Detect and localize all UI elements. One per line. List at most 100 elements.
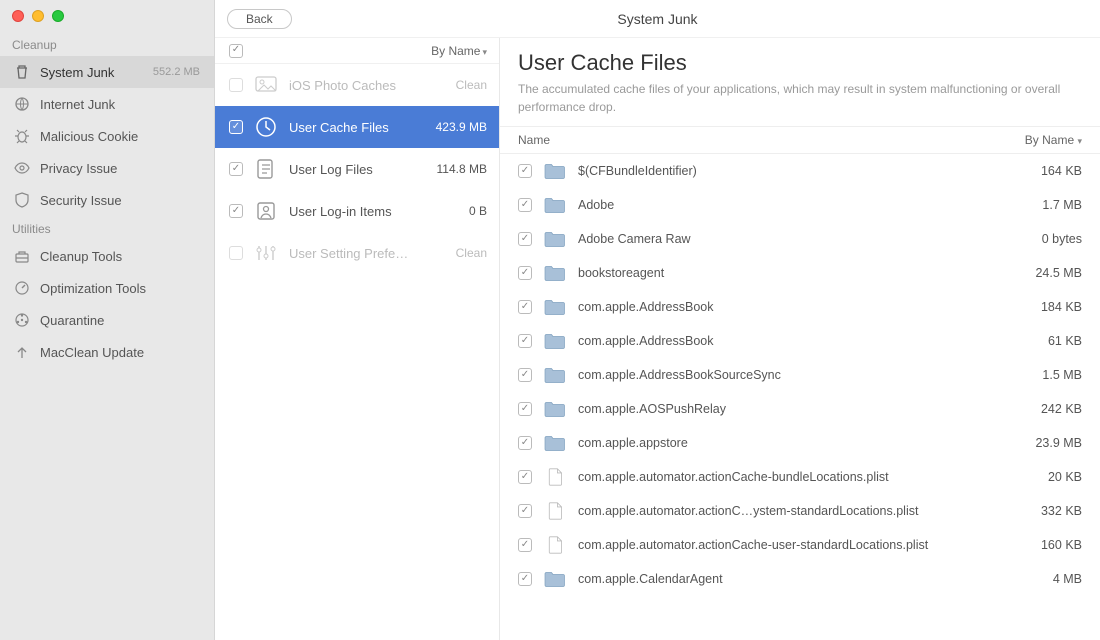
category-checkbox[interactable] — [229, 120, 243, 134]
file-name: bookstoreagent — [578, 266, 664, 280]
file-row[interactable]: bookstoreagent 24.5 MB — [500, 256, 1100, 290]
file-row[interactable]: com.apple.AddressBook 184 KB — [500, 290, 1100, 324]
file-name: $(CFBundleIdentifier) — [578, 164, 697, 178]
file-row[interactable]: com.apple.CalendarAgent 4 MB — [500, 562, 1100, 596]
sidebar-item-malicious-cookie[interactable]: Malicious Cookie — [0, 120, 214, 152]
sidebar-item-label: Internet Junk — [40, 97, 115, 112]
sidebar-item-macclean-update[interactable]: MacClean Update — [0, 336, 214, 368]
file-checkbox[interactable] — [518, 368, 532, 382]
detail-description: The accumulated cache files of your appl… — [518, 80, 1082, 116]
file-checkbox[interactable] — [518, 470, 532, 484]
detail-title: User Cache Files — [518, 50, 1082, 76]
sidebar-item-optimization-tools[interactable]: Optimization Tools — [0, 272, 214, 304]
file-checkbox[interactable] — [518, 198, 532, 212]
file-icon — [544, 502, 566, 520]
category-row[interactable]: iOS Photo Caches Clean — [215, 64, 499, 106]
file-row[interactable]: com.apple.AddressBook 61 KB — [500, 324, 1100, 358]
category-row[interactable]: User Log Files 114.8 MB — [215, 148, 499, 190]
category-row[interactable]: User Log-in Items 0 B — [215, 190, 499, 232]
sidebar-item-label: Privacy Issue — [40, 161, 117, 176]
folder-icon — [544, 366, 566, 384]
category-label: User Cache Files — [289, 120, 389, 135]
folder-icon — [544, 434, 566, 452]
folder-icon — [544, 332, 566, 350]
file-row[interactable]: Adobe Camera Raw 0 bytes — [500, 222, 1100, 256]
file-row[interactable]: $(CFBundleIdentifier) 164 KB — [500, 154, 1100, 188]
file-checkbox[interactable] — [518, 538, 532, 552]
folder-icon — [544, 230, 566, 248]
category-sort-dropdown[interactable]: By Name▾ — [431, 44, 487, 58]
file-name: com.apple.appstore — [578, 436, 688, 450]
sidebar-section-label: Cleanup — [0, 32, 214, 56]
file-checkbox[interactable] — [518, 334, 532, 348]
file-row[interactable]: com.apple.appstore 23.9 MB — [500, 426, 1100, 460]
login-icon — [255, 200, 277, 222]
file-name: com.apple.AddressBook — [578, 334, 714, 348]
file-checkbox[interactable] — [518, 436, 532, 450]
file-checkbox[interactable] — [518, 572, 532, 586]
file-checkbox[interactable] — [518, 300, 532, 314]
file-row[interactable]: com.apple.AddressBookSourceSync 1.5 MB — [500, 358, 1100, 392]
file-checkbox[interactable] — [518, 504, 532, 518]
close-window-button[interactable] — [12, 10, 24, 22]
file-size: 1.5 MB — [1042, 368, 1082, 382]
file-checkbox[interactable] — [518, 266, 532, 280]
file-size: 0 bytes — [1042, 232, 1082, 246]
file-size: 4 MB — [1053, 572, 1082, 586]
category-checkbox[interactable] — [229, 162, 243, 176]
category-checkbox[interactable] — [229, 78, 243, 92]
quarantine-icon — [14, 312, 30, 328]
file-icon — [544, 468, 566, 486]
file-checkbox[interactable] — [518, 402, 532, 416]
file-row[interactable]: com.apple.automator.actionC…ystem-standa… — [500, 494, 1100, 528]
category-label: iOS Photo Caches — [289, 78, 396, 93]
file-row[interactable]: Adobe 1.7 MB — [500, 188, 1100, 222]
file-icon — [544, 536, 566, 554]
category-row[interactable]: User Cache Files 423.9 MB — [215, 106, 499, 148]
select-all-checkbox[interactable] — [229, 44, 243, 58]
sidebar-item-label: Optimization Tools — [40, 281, 146, 296]
file-checkbox[interactable] — [518, 232, 532, 246]
file-size: 160 KB — [1041, 538, 1082, 552]
zoom-window-button[interactable] — [52, 10, 64, 22]
folder-icon — [544, 298, 566, 316]
sidebar-item-label: Security Issue — [40, 193, 122, 208]
detail-sort-dropdown[interactable]: By Name ▾ — [1025, 133, 1082, 147]
file-row[interactable]: com.apple.automator.actionCache-bundleLo… — [500, 460, 1100, 494]
category-row[interactable]: User Setting Prefe… Clean — [215, 232, 499, 274]
category-checkbox[interactable] — [229, 204, 243, 218]
minimize-window-button[interactable] — [32, 10, 44, 22]
photo-icon — [255, 74, 277, 96]
file-name: com.apple.AddressBookSourceSync — [578, 368, 781, 382]
file-name: com.apple.automator.actionC…ystem-standa… — [578, 504, 918, 518]
file-size: 332 KB — [1041, 504, 1082, 518]
detail-panel: User Cache Files The accumulated cache f… — [500, 38, 1100, 640]
sidebar-item-privacy-issue[interactable]: Privacy Issue — [0, 152, 214, 184]
file-row[interactable]: com.apple.AOSPushRelay 242 KB — [500, 392, 1100, 426]
sidebar-item-badge: 552.2 MB — [153, 66, 200, 78]
sidebar-item-quarantine[interactable]: Quarantine — [0, 304, 214, 336]
back-button[interactable]: Back — [227, 9, 292, 29]
bug-icon — [14, 128, 30, 144]
folder-icon — [544, 570, 566, 588]
category-checkbox[interactable] — [229, 246, 243, 260]
sidebar-item-internet-junk[interactable]: Internet Junk — [0, 88, 214, 120]
sidebar-item-security-issue[interactable]: Security Issue — [0, 184, 214, 216]
file-name: com.apple.AOSPushRelay — [578, 402, 726, 416]
file-row[interactable]: com.apple.automator.actionCache-user-sta… — [500, 528, 1100, 562]
sidebar-item-label: MacClean Update — [40, 345, 144, 360]
file-size: 164 KB — [1041, 164, 1082, 178]
sidebar-item-system-junk[interactable]: System Junk 552.2 MB — [0, 56, 214, 88]
folder-icon — [544, 196, 566, 214]
file-name: com.apple.AddressBook — [578, 300, 714, 314]
column-name-header[interactable]: Name — [518, 133, 550, 147]
file-checkbox[interactable] — [518, 164, 532, 178]
sidebar-item-cleanup-tools[interactable]: Cleanup Tools — [0, 240, 214, 272]
gauge-icon — [14, 280, 30, 296]
file-size: 1.7 MB — [1042, 198, 1082, 212]
window-title: System Junk — [215, 11, 1100, 27]
file-name: com.apple.automator.actionCache-user-sta… — [578, 538, 928, 552]
folder-icon — [544, 400, 566, 418]
trash-icon — [14, 64, 30, 80]
toolbox-icon — [14, 248, 30, 264]
